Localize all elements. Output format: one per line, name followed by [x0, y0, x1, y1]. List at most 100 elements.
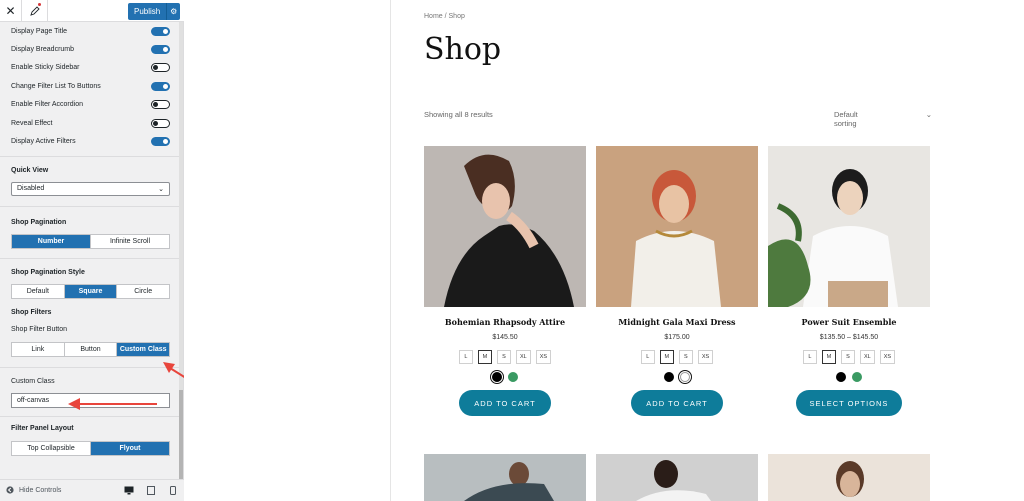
- pagination-infinite-button[interactable]: Infinite Scroll: [91, 235, 169, 248]
- filter-button-label: Shop Filter Button: [11, 325, 68, 333]
- size-option[interactable]: S: [678, 350, 693, 364]
- product-price: $175.00: [664, 334, 690, 341]
- color-swatch-black[interactable]: [836, 372, 846, 382]
- page-title: Shop: [424, 32, 502, 67]
- pagination-buttons: Number Infinite Scroll: [11, 233, 170, 249]
- color-swatch-green[interactable]: [852, 372, 862, 382]
- size-swatches: L M S XL XS: [424, 350, 586, 364]
- style-default-button[interactable]: Default: [12, 284, 65, 298]
- select-options-button[interactable]: SELECT OPTIONS: [796, 390, 902, 416]
- pagination-style-title: Shop Pagination Style: [11, 268, 85, 276]
- hide-controls-button[interactable]: Hide Controls: [0, 485, 118, 496]
- size-option[interactable]: L: [458, 350, 473, 364]
- toggle-switch[interactable]: [151, 63, 170, 73]
- toggle-switch[interactable]: [151, 100, 170, 110]
- product-price: $135.50 – $145.50: [819, 334, 879, 341]
- add-to-cart-button[interactable]: ADD TO CART: [631, 390, 723, 416]
- toggle-row[interactable]: Change Filter List To Buttons: [11, 77, 170, 95]
- color-swatch-white[interactable]: [680, 372, 690, 382]
- chevron-down-icon: ⌄: [925, 110, 932, 119]
- size-option[interactable]: S: [840, 350, 855, 364]
- pagination-style-buttons: Default Square Circle: [11, 283, 170, 299]
- toggle-label: Change Filter List To Buttons: [11, 82, 101, 90]
- size-option[interactable]: M: [477, 350, 492, 364]
- toggle-label: Display Page Title: [11, 27, 68, 35]
- toggle-row[interactable]: Enable Filter Accordion: [11, 96, 170, 114]
- top-collapsible-button[interactable]: Top Collapsible: [12, 441, 91, 455]
- toggle-label: Display Active Filters: [11, 138, 76, 146]
- product-name[interactable]: Power Suit Ensemble: [768, 317, 930, 327]
- color-swatches: [768, 372, 930, 382]
- panel-layout-buttons: Top Collapsible Flyout: [11, 440, 170, 456]
- custom-class-label: Custom Class: [11, 377, 55, 385]
- pagination-number-button[interactable]: Number: [12, 234, 91, 248]
- size-swatches: L M S XL XS: [768, 350, 930, 364]
- size-option[interactable]: M: [821, 350, 836, 364]
- toggle-switch[interactable]: [151, 81, 170, 91]
- color-swatch-black[interactable]: [664, 372, 674, 382]
- color-swatches: [596, 372, 758, 382]
- size-option[interactable]: XS: [535, 350, 552, 364]
- pagination-section: Shop Pagination Number Infinite Scroll: [0, 207, 184, 259]
- toggle-row[interactable]: Display Active Filters: [11, 132, 170, 150]
- chevron-down-icon: ⌄: [158, 185, 164, 193]
- product-image[interactable]: [596, 146, 758, 307]
- sorting-select[interactable]: Default sorting ⌄: [834, 110, 932, 128]
- toggle-row[interactable]: Display Breadcrumb: [11, 40, 170, 58]
- product-image[interactable]: [768, 146, 930, 307]
- pen-icon[interactable]: [22, 0, 48, 22]
- publish-button[interactable]: Publish: [128, 3, 168, 20]
- color-swatch-black[interactable]: [492, 372, 502, 382]
- toggle-row[interactable]: Enable Sticky Sidebar: [11, 59, 170, 77]
- toggle-switch[interactable]: [151, 26, 170, 36]
- product-image[interactable]: [596, 454, 758, 501]
- gear-icon[interactable]: ⚙: [167, 3, 181, 20]
- publish-group: Publish ⚙: [128, 3, 181, 20]
- results-count: Showing all 8 results: [424, 110, 493, 119]
- filter-custom-class-button[interactable]: Custom Class: [117, 342, 170, 356]
- product-image[interactable]: [768, 454, 930, 501]
- size-option[interactable]: L: [640, 350, 655, 364]
- product-card: Power Suit Ensemble $135.50 – $145.50 L …: [768, 146, 930, 416]
- controls-panel[interactable]: Display Page Title Display Breadcrumb En…: [0, 22, 184, 479]
- customizer-footer: Hide Controls: [0, 479, 184, 501]
- product-name[interactable]: Bohemian Rhapsody Attire: [424, 317, 586, 327]
- size-option[interactable]: L: [802, 350, 817, 364]
- filter-link-button[interactable]: Link: [12, 342, 65, 356]
- toggle-row[interactable]: Display Page Title: [11, 22, 170, 40]
- product-image[interactable]: [424, 454, 586, 501]
- toggle-switch[interactable]: [151, 45, 170, 55]
- mobile-icon[interactable]: [162, 486, 184, 495]
- toggle-switch[interactable]: [151, 137, 170, 147]
- breadcrumb[interactable]: Home / Shop: [424, 13, 465, 20]
- color-swatch-green[interactable]: [508, 372, 518, 382]
- quick-view-section: Quick View Disabled ⌄: [0, 157, 184, 207]
- quick-view-select[interactable]: Disabled ⌄: [11, 181, 170, 196]
- size-option[interactable]: XS: [879, 350, 896, 364]
- add-to-cart-button[interactable]: ADD TO CART: [459, 390, 551, 416]
- scrollbar-thumb[interactable]: [179, 390, 183, 479]
- custom-class-input[interactable]: off-canvas: [11, 392, 170, 408]
- desktop-icon[interactable]: [118, 486, 140, 495]
- panel-layout-title: Filter Panel Layout: [11, 424, 74, 432]
- filter-button-button[interactable]: Button: [65, 342, 118, 356]
- product-image[interactable]: [424, 146, 586, 307]
- collapse-icon: [6, 485, 14, 496]
- tablet-icon[interactable]: [140, 486, 162, 495]
- notification-dot: [38, 2, 41, 6]
- size-option[interactable]: M: [659, 350, 674, 364]
- size-option[interactable]: XS: [697, 350, 714, 364]
- toggle-switch[interactable]: [151, 118, 170, 128]
- close-icon[interactable]: ✕: [0, 0, 22, 22]
- toggle-row[interactable]: Reveal Effect: [11, 114, 170, 132]
- product-name[interactable]: Midnight Gala Maxi Dress: [596, 317, 758, 327]
- content-divider: [390, 0, 391, 501]
- flyout-button[interactable]: Flyout: [91, 441, 169, 455]
- size-option[interactable]: XL: [515, 350, 531, 364]
- style-square-button[interactable]: Square: [64, 284, 118, 298]
- size-option[interactable]: XL: [859, 350, 875, 364]
- size-option[interactable]: S: [496, 350, 511, 364]
- style-circle-button[interactable]: Circle: [117, 285, 169, 298]
- custom-class-section: Custom Class off-canvas: [0, 366, 184, 417]
- product-card: Midnight Gala Maxi Dress $175.00 L M S X…: [596, 146, 758, 416]
